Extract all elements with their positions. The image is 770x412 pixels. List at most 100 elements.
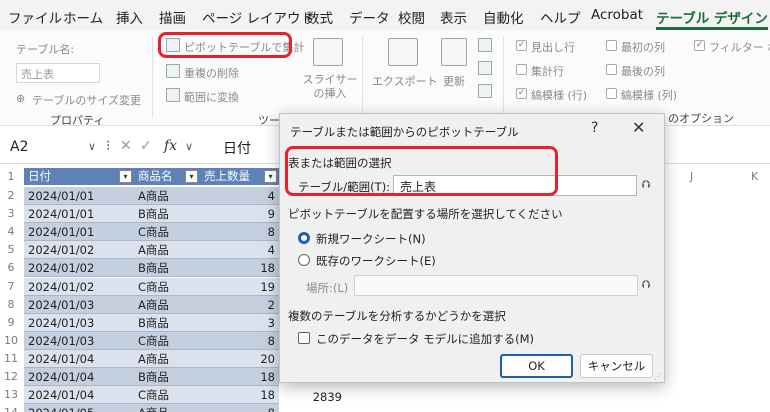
banded-rows-checkbox[interactable]: ✓	[516, 88, 527, 99]
cell-product[interactable]: A商品	[134, 295, 200, 314]
last-column-checkbox[interactable]	[606, 64, 617, 75]
menu-data[interactable]: データ	[349, 7, 390, 27]
row-header[interactable]: 1	[0, 170, 22, 183]
unlink-icon[interactable]	[478, 84, 492, 98]
cell-date[interactable]: 2024/01/05	[24, 404, 134, 412]
cell-quantity[interactable]: 19	[200, 277, 279, 296]
cell-product[interactable]: C商品	[134, 277, 200, 296]
row-header[interactable]: 2	[0, 189, 22, 202]
column-header-product[interactable]: 商品名 ▾	[134, 168, 200, 185]
existing-worksheet-radio[interactable]	[298, 254, 310, 266]
remove-duplicates-button[interactable]: 重複の削除	[184, 65, 239, 81]
total-row-checkbox[interactable]	[516, 64, 527, 75]
row-header[interactable]: 3	[0, 207, 22, 220]
cell-quantity[interactable]: 18	[200, 386, 279, 405]
column-header-k[interactable]: K	[751, 170, 758, 183]
cell-date[interactable]: 2024/01/01	[24, 205, 134, 224]
menu-view[interactable]: 表示	[440, 7, 467, 27]
menu-file[interactable]: ファイル	[8, 7, 62, 27]
menu-automate[interactable]: 自動化	[483, 7, 524, 27]
location-input[interactable]	[354, 275, 638, 296]
function-dropdown-icon[interactable]: ∨	[185, 140, 193, 153]
data-model-checkbox[interactable]	[298, 332, 310, 344]
menu-table-design[interactable]: テーブル デザイン	[656, 7, 768, 27]
ok-button[interactable]: OK	[500, 354, 573, 378]
cancel-button[interactable]: キャンセル	[580, 354, 653, 378]
cell-product[interactable]: B商品	[134, 205, 200, 224]
cell-quantity[interactable]: 8	[200, 223, 279, 242]
menu-review[interactable]: 校閲	[398, 7, 425, 27]
menu-home[interactable]: ホーム	[63, 7, 103, 27]
menu-help[interactable]: ヘルプ	[540, 7, 581, 27]
row-header[interactable]: 6	[0, 261, 22, 274]
collapse-location-icon[interactable]: ⮉	[636, 276, 656, 295]
cell-quantity[interactable]: 8	[200, 404, 279, 412]
properties-icon[interactable]	[478, 38, 492, 52]
column-header-j[interactable]: J	[690, 170, 693, 183]
collapse-dialog-icon[interactable]: ⮉	[636, 176, 656, 195]
cell-quantity[interactable]: 9	[200, 205, 279, 224]
table-name-input[interactable]: 売上表	[16, 63, 100, 83]
first-column-checkbox[interactable]	[606, 40, 617, 51]
filter-dropdown-icon[interactable]: ▾	[264, 170, 277, 183]
cell-product[interactable]: A商品	[134, 241, 200, 260]
menu-acrobat[interactable]: Acrobat	[591, 7, 643, 23]
row-header[interactable]: 4	[0, 225, 22, 238]
cell-quantity[interactable]: 18	[200, 259, 279, 278]
cell-date[interactable]: 2024/01/01	[24, 187, 134, 206]
cell-product[interactable]: B商品	[134, 259, 200, 278]
refresh-button[interactable]: 更新	[443, 73, 465, 89]
row-header[interactable]: 9	[0, 316, 22, 329]
row-header[interactable]: 5	[0, 243, 22, 256]
cell-product[interactable]: B商品	[134, 313, 200, 332]
enter-formula-icon[interactable]: ✓	[140, 138, 152, 154]
row-header[interactable]: 11	[0, 352, 22, 365]
cell-date[interactable]: 2024/01/02	[24, 259, 134, 278]
resize-table-button[interactable]: テーブルのサイズ変更	[32, 92, 141, 108]
cell-product[interactable]: B商品	[134, 368, 200, 387]
overflow-cell-value[interactable]: 2839	[300, 390, 342, 404]
banded-columns-checkbox[interactable]	[606, 88, 617, 99]
cell-date[interactable]: 2024/01/03	[24, 313, 134, 332]
row-header[interactable]: 8	[0, 298, 22, 311]
row-header[interactable]: 13	[0, 388, 22, 401]
cell-date[interactable]: 2024/01/04	[24, 386, 134, 405]
name-box-dropdown-icon[interactable]: ∨	[88, 140, 96, 153]
cell-quantity[interactable]: 18	[200, 368, 279, 387]
cell-date[interactable]: 2024/01/03	[24, 295, 134, 314]
cell-quantity[interactable]: 3	[200, 313, 279, 332]
insert-slicer-button[interactable]: スライサーの挿入	[300, 73, 360, 101]
cell-product[interactable]: A商品	[134, 349, 200, 368]
formula-options-icon[interactable]: ⁝	[106, 138, 110, 154]
cell-product[interactable]: A商品	[134, 404, 200, 412]
filter-dropdown-icon[interactable]: ▾	[119, 170, 132, 183]
close-icon[interactable]: ✕	[632, 118, 645, 137]
open-browser-icon[interactable]	[478, 61, 492, 75]
cell-quantity[interactable]: 4	[200, 241, 279, 260]
cell-date[interactable]: 2024/01/02	[24, 277, 134, 296]
resize-grip-icon[interactable]: ⋰	[654, 372, 664, 382]
column-header-date[interactable]: 日付 ▾	[24, 168, 134, 185]
cell-product[interactable]: C商品	[134, 223, 200, 242]
menu-page-layout[interactable]: ページ レイアウト	[202, 7, 314, 27]
cell-quantity[interactable]: 4	[200, 187, 279, 206]
cell-quantity[interactable]: 20	[200, 349, 279, 368]
filter-dropdown-icon[interactable]: ▾	[185, 170, 198, 183]
header-row-checkbox[interactable]: ✓	[516, 40, 527, 51]
help-icon[interactable]: ?	[591, 120, 598, 136]
menu-insert[interactable]: 挿入	[116, 7, 143, 27]
cell-product[interactable]: A商品	[134, 187, 200, 206]
cell-quantity[interactable]: 8	[200, 331, 279, 350]
cell-date[interactable]: 2024/01/01	[24, 223, 134, 242]
cell-date[interactable]: 2024/01/03	[24, 331, 134, 350]
cell-date[interactable]: 2024/01/02	[24, 241, 134, 260]
menu-draw[interactable]: 描画	[159, 7, 186, 27]
export-button[interactable]: エクスポート	[372, 73, 438, 89]
name-box[interactable]: A2	[10, 139, 28, 155]
convert-to-range-button[interactable]: 範囲に変換	[184, 89, 239, 105]
cell-date[interactable]: 2024/01/04	[24, 349, 134, 368]
filter-button-checkbox[interactable]: ✓	[694, 40, 705, 51]
row-header[interactable]: 10	[0, 334, 22, 347]
cell-date[interactable]: 2024/01/04	[24, 368, 134, 387]
insert-function-icon[interactable]: fx	[164, 138, 177, 154]
